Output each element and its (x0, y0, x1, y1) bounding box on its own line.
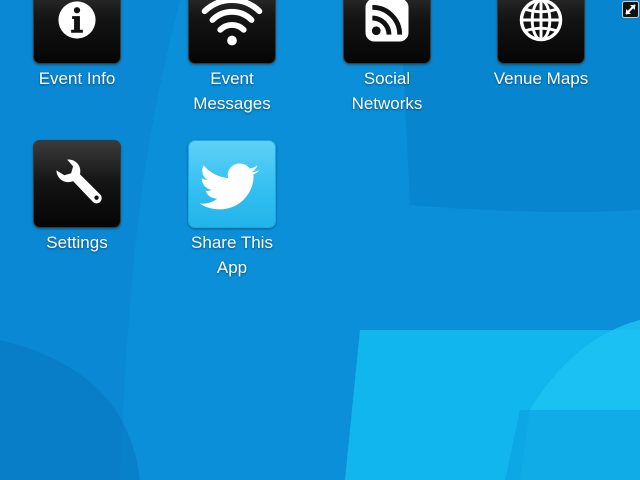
twitter-bird-icon (199, 163, 260, 210)
globe-icon (519, 0, 563, 42)
app-tile-venue-maps[interactable]: Venue Maps (466, 0, 616, 91)
app-tile-settings[interactable]: Settings (2, 140, 152, 255)
app-label-line: Venue Maps (493, 69, 589, 88)
app-grid: Event Info Event Messages Social Network… (0, 0, 640, 480)
app-label: Settings (2, 230, 152, 255)
app-label-line: Settings (46, 233, 108, 252)
app-tile-share-this-app[interactable]: Share This App (157, 140, 307, 280)
app-icon-frame (343, 0, 431, 64)
rss-icon (365, 0, 409, 42)
app-label-line: Event Info (38, 69, 116, 88)
expand-arrow-icon[interactable] (622, 1, 639, 18)
app-label-line: Event (210, 69, 254, 88)
app-label: Event Messages (157, 66, 307, 116)
app-tile-event-messages[interactable]: Event Messages (157, 0, 307, 116)
app-label: Venue Maps (466, 66, 616, 91)
app-label-line: Networks (351, 94, 423, 113)
app-label-line: Share This (191, 233, 273, 252)
app-icon-frame (33, 0, 121, 64)
app-icon-frame (188, 0, 276, 64)
app-label: Social Networks (312, 66, 462, 116)
app-tile-social-networks[interactable]: Social Networks (312, 0, 462, 116)
app-icon-frame (188, 140, 276, 228)
app-icon-frame (497, 0, 585, 64)
wrench-icon (56, 159, 102, 204)
wifi-icon (201, 0, 263, 46)
app-label-line: Social (363, 69, 411, 88)
app-label: Event Info (2, 66, 152, 91)
app-tile-event-info[interactable]: Event Info (2, 0, 152, 91)
app-label-line: Messages (193, 94, 271, 113)
app-label-line: App (216, 258, 248, 277)
app-icon-frame (33, 140, 121, 228)
info-icon (58, 1, 96, 39)
app-label: Share This App (157, 230, 307, 280)
